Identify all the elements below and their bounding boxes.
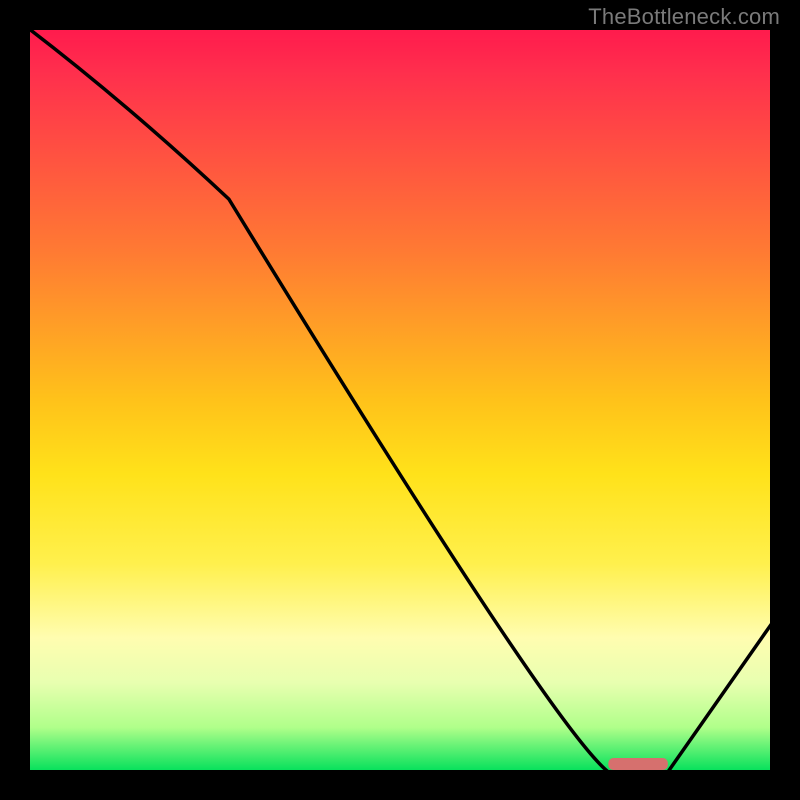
plot-background-gradient (28, 28, 772, 772)
optimal-range-marker (608, 758, 668, 770)
bottleneck-chart (0, 0, 800, 800)
chart-frame: TheBottleneck.com (0, 0, 800, 800)
watermark-text: TheBottleneck.com (588, 4, 780, 30)
